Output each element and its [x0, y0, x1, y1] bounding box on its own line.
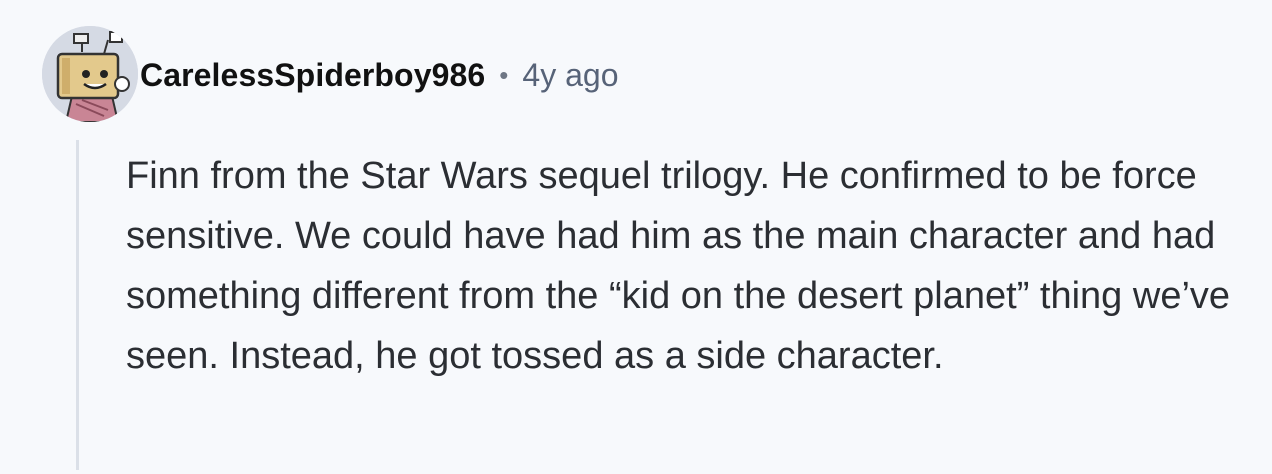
- meta-separator: •: [499, 59, 509, 90]
- snoo-avatar-icon: [42, 26, 138, 122]
- thread-collapse-line[interactable]: [76, 140, 79, 470]
- comment-header: CarelessSpiderboy986 • 4y ago: [140, 53, 618, 97]
- comment-body: Finn from the Star Wars sequel trilogy. …: [126, 155, 1231, 377]
- comment: CarelessSpiderboy986 • 4y ago Finn from …: [0, 0, 1272, 474]
- timestamp[interactable]: 4y ago: [522, 57, 618, 94]
- username-link[interactable]: CarelessSpiderboy986: [140, 57, 485, 94]
- user-avatar[interactable]: [42, 26, 138, 122]
